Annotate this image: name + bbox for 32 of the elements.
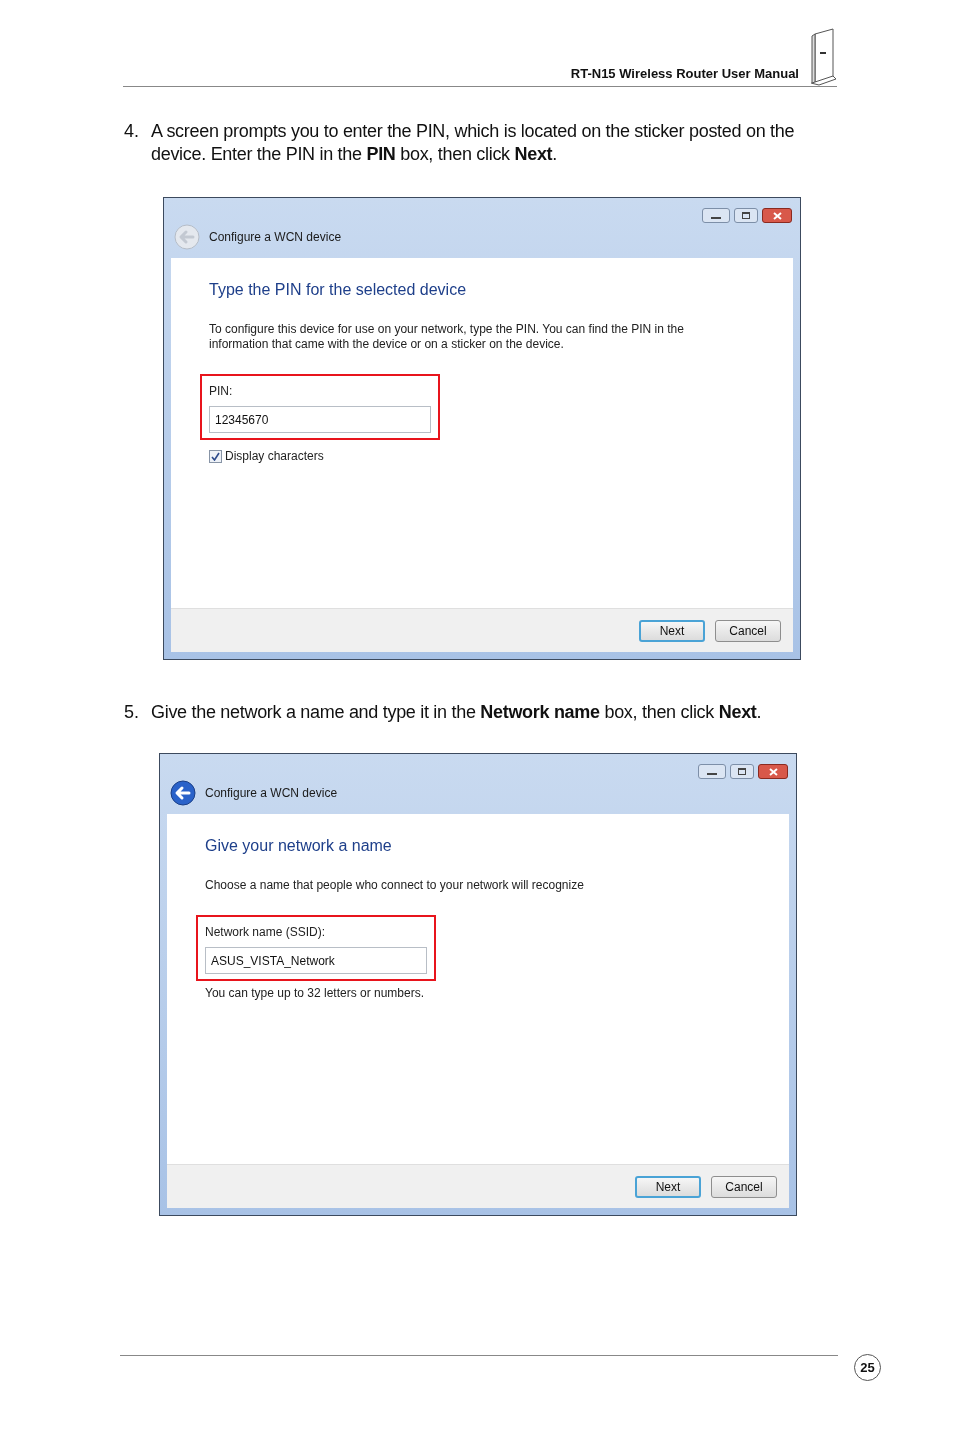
dialog-button[interactable]: Cancel (715, 619, 781, 642)
checkmark-icon (211, 451, 220, 461)
text-input-field[interactable]: 12345670 (209, 406, 431, 433)
description-text: To configure this device for use on your network, type the PIN. You can find the PIN in the information that came with the device or on a sticker on the device. (209, 322, 685, 352)
dialog-button[interactable]: Next (639, 619, 705, 642)
field-label: PIN: (209, 383, 234, 400)
minimize-button[interactable] (702, 208, 730, 223)
page-heading: Give your network a name (205, 836, 392, 856)
hint-text: You can type up to 32 letters or numbers. (205, 985, 425, 1002)
maximize-button[interactable] (730, 764, 754, 779)
text-input-field[interactable]: ASUS_VISTA_Network (205, 947, 427, 974)
page-heading: Type the PIN for the selected device (209, 280, 467, 300)
close-icon (772, 211, 782, 220)
close-icon (768, 767, 778, 776)
step-text: A screen prompts you to enter the PIN, which is located on the sticker posted on the device. Enter the PIN in the PIN box, then click Next. (151, 120, 796, 166)
minimize-button[interactable] (698, 764, 726, 779)
manual-title: RT-N15 Wireless Router User Manual (570, 64, 799, 83)
step-number: 4. (124, 120, 140, 143)
description-text: Choose a name that people who connect to your network will recognize (205, 878, 584, 893)
close-button[interactable] (758, 764, 788, 779)
window-title: Configure a WCN device (205, 785, 338, 802)
close-button[interactable] (762, 208, 792, 223)
maximize-button[interactable] (734, 208, 758, 223)
checkbox-label: Display characters (225, 448, 324, 465)
dialog-button[interactable]: Cancel (711, 1175, 777, 1198)
dialog-button[interactable]: Next (635, 1175, 701, 1198)
window-title: Configure a WCN device (209, 229, 342, 246)
checkbox[interactable] (209, 449, 222, 463)
step-number: 5. (124, 701, 140, 724)
step-text: Give the network a name and type it in the Network name box, then click Next. (151, 701, 762, 724)
field-label: Network name (SSID): (205, 924, 327, 941)
router-icon (809, 28, 837, 86)
